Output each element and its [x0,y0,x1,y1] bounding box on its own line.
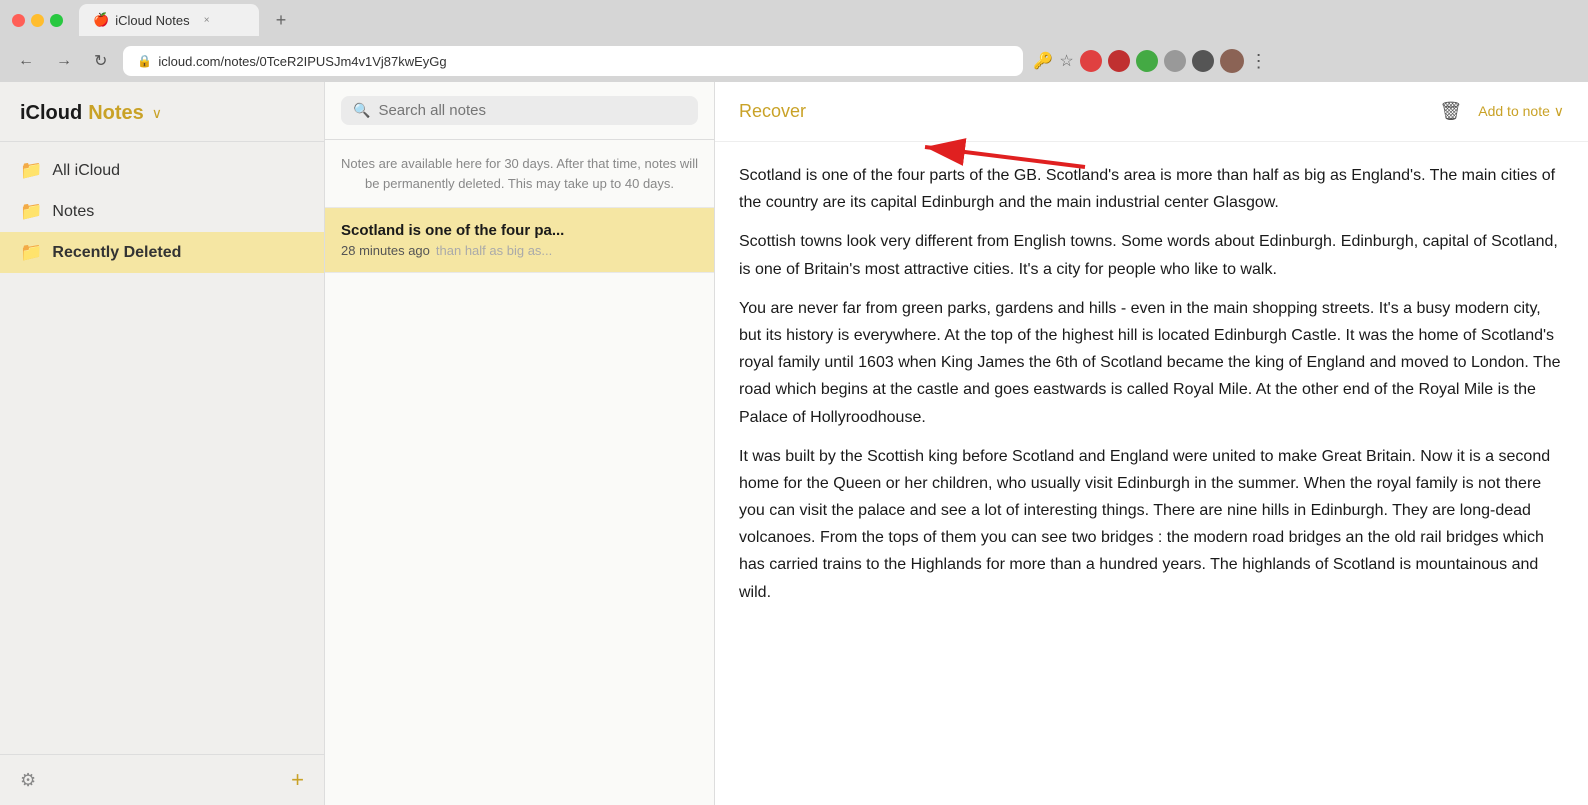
tab-bar: 🍎 iCloud Notes × + [79,4,1576,36]
recover-button[interactable]: Recover [739,101,806,122]
note-list-item[interactable]: Scotland is one of the four pa... 28 min… [325,208,714,273]
sidebar-bottom: ⚙ + [0,754,324,805]
sidebar-label-all-icloud: All iCloud [52,162,120,180]
toolbar-right: 🗑 Add to note ∨ [1439,101,1564,122]
back-button[interactable]: ← [12,48,40,74]
note-paragraph-4: It was built by the Scottish king before… [739,443,1564,606]
note-body: Scotland is one of the four parts of the… [715,142,1588,805]
more-options-button[interactable]: Add to note ∨ [1478,103,1564,120]
notes-list-panel: 🔍 Notes are available here for 30 days. … [325,82,715,805]
address-input[interactable]: 🔒 icloud.com/notes/0TceR2IPUSJm4v1Vj87kw… [123,46,1023,76]
notes-info-text: Notes are available here for 30 days. Af… [341,154,698,193]
notes-info-banner: Notes are available here for 30 days. Af… [325,140,714,208]
note-toolbar: Recover 🗑 Add to note ∨ [715,82,1588,142]
app-name-suffix: Notes [88,102,144,125]
note-preview: than half as big as... [436,243,552,258]
search-icon: 🔍 [353,102,370,119]
add-note-button[interactable]: + [291,767,304,793]
notes-list-header: 🔍 [325,82,714,140]
note-title: Scotland is one of the four pa... [341,222,698,239]
sidebar-label-recently-deleted: Recently Deleted [52,244,181,262]
app-name-prefix: iCloud [20,102,82,125]
new-tab-button[interactable]: + [267,6,295,34]
sidebar-label-notes: Notes [52,203,94,221]
note-time: 28 minutes ago [341,243,430,258]
address-bar: ← → ↻ 🔒 icloud.com/notes/0TceR2IPUSJm4v1… [0,40,1588,82]
key-icon[interactable]: 🔑 [1033,51,1053,71]
sidebar-item-recently-deleted[interactable]: 📁 Recently Deleted [0,232,324,273]
settings-icon[interactable]: ⚙ [20,770,36,791]
traffic-lights [12,14,63,27]
note-paragraph-2: Scottish towns look very different from … [739,228,1564,282]
folder-icon-all-icloud: 📁 [20,160,42,181]
extension-icon-4[interactable] [1192,50,1214,72]
tab-title: iCloud Notes [115,13,189,28]
note-content-panel: Recover 🗑 Add to note ∨ Scotland is one … [715,82,1588,805]
sidebar-items-list: 📁 All iCloud 📁 Notes 📁 Recently Deleted [0,142,324,754]
extension-icon-3[interactable] [1136,50,1158,72]
note-meta: 28 minutes ago than half as big as... [341,243,698,258]
profile-icon-1[interactable] [1164,50,1186,72]
search-input[interactable] [378,102,686,119]
note-paragraph-1: Scotland is one of the four parts of the… [739,162,1564,216]
app-name-chevron[interactable]: ∨ [152,105,162,122]
tab-close-button[interactable]: × [200,13,214,27]
sidebar-item-all-icloud[interactable]: 📁 All iCloud [0,150,324,191]
minimize-window-button[interactable] [31,14,44,27]
extension-icon-1[interactable] [1080,50,1102,72]
folder-icon-recently-deleted: 📁 [20,242,42,263]
search-bar[interactable]: 🔍 [341,96,698,125]
maximize-window-button[interactable] [50,14,63,27]
active-tab[interactable]: 🍎 iCloud Notes × [79,4,259,36]
url-text: icloud.com/notes/0TceR2IPUSJm4v1Vj87kwEy… [158,54,446,69]
extension-icon-2[interactable] [1108,50,1130,72]
sidebar: iCloud Notes ∨ 📁 All iCloud 📁 Notes 📁 Re… [0,82,325,805]
note-paragraph-3: You are never far from green parks, gard… [739,295,1564,431]
lock-icon: 🔒 [137,54,152,68]
refresh-button[interactable]: ↻ [88,47,113,75]
delete-icon[interactable]: 🗑 [1439,101,1462,122]
browser-more-button[interactable]: ⋮ [1250,51,1268,72]
folder-icon-notes: 📁 [20,201,42,222]
sidebar-item-notes[interactable]: 📁 Notes [0,191,324,232]
tab-favicon: 🍎 [93,12,109,28]
bookmark-icon[interactable]: ☆ [1059,51,1073,71]
profile-avatar[interactable] [1220,49,1244,73]
close-window-button[interactable] [12,14,25,27]
browser-toolbar-icons: 🔑 ☆ ⋮ [1033,49,1267,73]
sidebar-header: iCloud Notes ∨ [0,82,324,142]
note-area-wrapper: Recover 🗑 Add to note ∨ Scotland is one … [715,82,1588,805]
forward-button[interactable]: → [50,48,78,74]
